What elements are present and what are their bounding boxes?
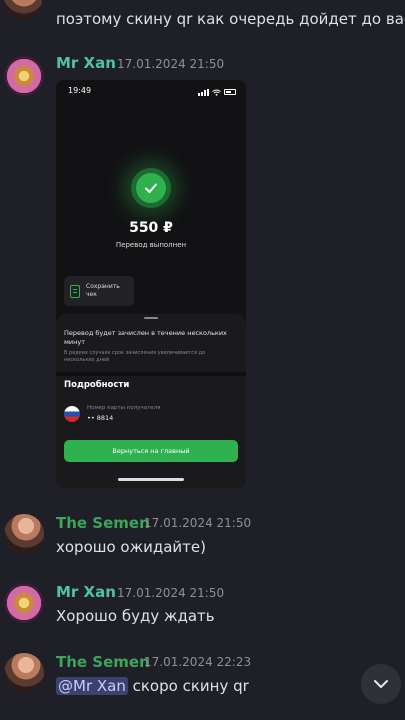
info-title: Перевод будет зачислен в течение несколь… xyxy=(64,329,227,346)
message-timestamp: 17.01.2024 21:50 xyxy=(117,586,225,600)
save-receipt-button[interactable]: Сохранить чек xyxy=(64,276,134,306)
attachment-image[interactable]: 19:49 550 ₽ Перевод выполнен Сохранить ч… xyxy=(56,80,246,488)
sheet-handle[interactable] xyxy=(144,317,158,319)
details-title: Подробности xyxy=(64,380,130,390)
message-author[interactable]: The Semen xyxy=(56,514,150,532)
avatar[interactable] xyxy=(2,0,42,20)
message-text: @Mr Xan скоро скину qr xyxy=(56,677,249,695)
message-text: поэтому скину qr как очередь дойдет до в… xyxy=(56,10,405,28)
card-label: Номер карты получателя xyxy=(87,405,161,411)
card-number: •• 8814 xyxy=(87,414,114,422)
scroll-to-bottom-button[interactable] xyxy=(361,664,401,704)
message-text: хорошо ожидайте) xyxy=(56,538,206,556)
message-author[interactable]: Mr Xan xyxy=(56,54,116,72)
message-timestamp: 17.01.2024 21:50 xyxy=(117,57,225,71)
divider xyxy=(56,372,246,376)
home-button[interactable]: Вернуться на главный xyxy=(64,440,238,462)
receipt-icon xyxy=(70,284,80,298)
message-author[interactable]: Mr Xan xyxy=(56,583,116,601)
message-text-body: скоро скину qr xyxy=(127,677,249,695)
chevron-down-icon xyxy=(374,680,388,688)
avatar[interactable] xyxy=(4,56,44,96)
message-timestamp: 17.01.2024 22:23 xyxy=(144,655,252,669)
info-subtitle: В редких случаях срок зачисления увеличи… xyxy=(64,350,206,363)
transfer-status: Перевод выполнен xyxy=(115,241,187,249)
russia-flag-icon xyxy=(64,406,80,422)
home-indicator xyxy=(118,478,184,481)
avatar[interactable] xyxy=(4,653,44,693)
phone-status-bar: 19:49 xyxy=(68,86,236,98)
avatar[interactable] xyxy=(4,514,44,554)
wifi-icon xyxy=(212,89,221,96)
message-timestamp: 17.01.2024 21:50 xyxy=(144,516,252,530)
message-author[interactable]: The Semen xyxy=(56,653,150,671)
transfer-amount: 550 ₽ xyxy=(129,220,173,236)
battery-icon xyxy=(224,89,236,95)
check-icon xyxy=(136,173,166,203)
signal-icon xyxy=(198,88,209,96)
message-text: Хорошо буду ждать xyxy=(56,607,215,625)
user-mention[interactable]: @Mr Xan xyxy=(56,677,128,695)
avatar[interactable] xyxy=(4,583,44,623)
details-sheet: Перевод будет зачислен в течение несколь… xyxy=(56,314,246,488)
save-receipt-label: Сохранить чек xyxy=(86,283,120,298)
status-time: 19:49 xyxy=(68,86,92,95)
